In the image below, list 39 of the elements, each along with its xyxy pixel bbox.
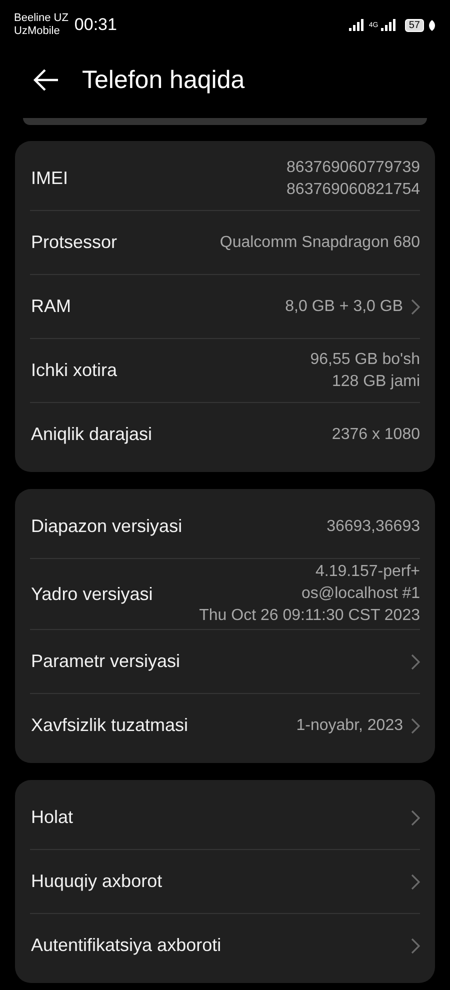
chevron-icon[interactable] (411, 654, 420, 670)
row-label: IMEI (30, 168, 68, 189)
row-value: 96,55 GB bo'sh (310, 350, 420, 370)
chevron-icon[interactable] (411, 810, 420, 826)
signal-icon (348, 19, 365, 31)
row-label: Aniqlik darajasi (30, 424, 152, 445)
row-value: 2376 x 1080 (332, 424, 420, 444)
row-value: 4.19.157-perf+ (315, 562, 420, 582)
battery-level: 57 (404, 18, 424, 32)
leaf-icon (428, 20, 436, 30)
row-value: 128 GB jami (332, 372, 420, 392)
row-label: Huquqiy axborot (30, 871, 162, 892)
row-label: Ichki xotira (30, 360, 118, 381)
row-value: Qualcomm Snapdragon 680 (220, 232, 420, 252)
chevron-icon[interactable] (411, 874, 420, 890)
row-label: Diapazon versiyasi (30, 516, 182, 537)
row-label: Yadro versiyasi (30, 584, 153, 604)
carrier-name: Beeline UZ (14, 12, 68, 25)
signal-icon (380, 19, 397, 31)
row-value: os@localhost #1 (301, 584, 420, 604)
chevron-icon[interactable] (411, 938, 420, 954)
row-value: 1-noyabr, 2023 (296, 716, 403, 736)
row-value: Thu Oct 26 09:11:30 CST 2023 (199, 606, 420, 626)
row-label: Parametr versiyasi (30, 651, 180, 672)
row-label: Holat (30, 807, 74, 828)
carrier-name: UzMobile (14, 25, 61, 38)
chevron-icon[interactable] (411, 718, 420, 734)
clock-time: 00:31 (74, 15, 117, 35)
row-label: Xavfsizlik tuzatmasi (30, 715, 188, 736)
row-label: Autentifikatsiya axboroti (30, 935, 222, 956)
row-value: 863769060779739 (286, 158, 420, 178)
row-value: 8,0 GB + 3,0 GB (285, 296, 403, 316)
row-label: Protsessor (30, 232, 118, 253)
back-icon[interactable] (32, 68, 60, 92)
page-title: Telefon haqida (82, 66, 245, 94)
row-value: 36693,36693 (326, 516, 420, 536)
row-label: RAM (30, 296, 71, 317)
chevron-icon[interactable] (411, 298, 420, 314)
row-value: 863769060821754 (286, 180, 420, 200)
